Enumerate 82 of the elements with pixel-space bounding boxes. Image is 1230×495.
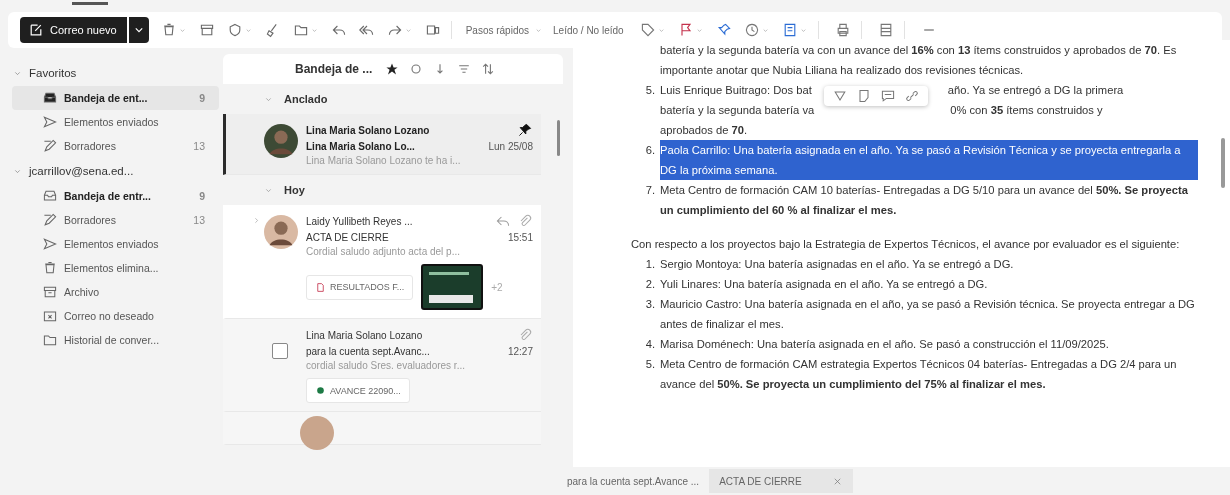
folder-item[interactable]: Borradores 13 bbox=[12, 208, 219, 232]
sender-name: Lina Maria Solano Lozano bbox=[306, 124, 431, 136]
document-icon bbox=[315, 281, 326, 293]
comment-icon[interactable] bbox=[880, 88, 896, 104]
folder-item[interactable]: Elementos enviados bbox=[12, 110, 219, 134]
list-item-text: año. Ya se entregó a DG la primera bbox=[947, 83, 1124, 98]
quick-steps-button[interactable]: Pasos rápidos bbox=[461, 22, 534, 38]
folder-icon[interactable] bbox=[292, 22, 309, 38]
avatar-icon bbox=[264, 215, 298, 249]
attachment-chip[interactable]: AVANCE 22090... bbox=[306, 378, 410, 403]
message-preview: cordial saludo Sres. evaluadores r... bbox=[306, 360, 466, 371]
window-tab[interactable]: ACTA DE CIERRE bbox=[709, 469, 853, 493]
message-item[interactable]: Lina Maria Solano Lozano Lina Maria Solano Lo... Lun 25/08 Lina Maria Solano Lozano te ha i... bbox=[223, 114, 541, 175]
list-number: 3. bbox=[644, 297, 656, 312]
received-time: Lun 25/08 bbox=[488, 141, 533, 152]
spreadsheet-icon bbox=[315, 385, 326, 396]
send-icon bbox=[42, 114, 58, 130]
folder-item[interactable]: Bandeja de ent... 9 bbox=[12, 86, 219, 110]
send-icon bbox=[42, 236, 58, 252]
junk-icon bbox=[42, 308, 58, 324]
folder-item[interactable]: Bandeja de entr... 9 bbox=[12, 184, 219, 208]
checkbox[interactable] bbox=[272, 343, 288, 359]
window-tab[interactable]: para la cuenta sept.Avance ... bbox=[557, 469, 710, 493]
folder-item[interactable]: Elementos elimina... bbox=[12, 256, 219, 280]
unread-count: 9 bbox=[199, 190, 205, 202]
note-icon[interactable] bbox=[856, 88, 872, 104]
inbox-icon bbox=[42, 90, 58, 106]
message-item[interactable]: Laidy Yullibeth Reyes ... ACTA DE CIERRE 15:51 Cordial saludo adjunto acta del p... RESULTADOS F... +2 bbox=[223, 205, 541, 319]
unread-count: 9 bbox=[199, 92, 205, 104]
sender-name: Laidy Yullibeth Reyes ... bbox=[306, 215, 414, 227]
unread-count: 13 bbox=[193, 140, 205, 152]
trash-icon bbox=[42, 260, 58, 276]
inbox-icon bbox=[42, 188, 58, 204]
unread-count: 13 bbox=[193, 214, 205, 226]
section-header[interactable]: Hoy bbox=[284, 184, 305, 196]
compose-icon bbox=[28, 22, 44, 38]
pencil-icon bbox=[42, 212, 58, 228]
subject-line: para la cuenta sept.Avanc... bbox=[306, 346, 431, 357]
folder-icon bbox=[42, 332, 58, 348]
list-item-text: 0% con 35 ítems construidos y bbox=[950, 103, 1103, 118]
message-preview: Cordial saludo adjunto acta del p... bbox=[306, 246, 461, 257]
section-header[interactable]: Anclado bbox=[284, 93, 328, 105]
list-number: 4. bbox=[644, 337, 656, 352]
list-number: 5. bbox=[644, 83, 656, 98]
avatar-icon bbox=[264, 124, 298, 158]
folder-title: Bandeja de ... bbox=[295, 62, 373, 76]
link-icon[interactable] bbox=[904, 88, 920, 104]
list-number: 2. bbox=[644, 277, 656, 292]
avatar-icon bbox=[300, 416, 334, 450]
attachment-chip[interactable]: RESULTADOS F... bbox=[306, 274, 414, 300]
folder-group-title[interactable]: Favoritos bbox=[29, 67, 77, 79]
pencil-icon bbox=[42, 138, 58, 154]
list-number: 7. bbox=[644, 183, 656, 198]
folder-item[interactable]: Elementos enviados bbox=[12, 232, 219, 256]
folder-item[interactable]: Borradores 13 bbox=[12, 134, 219, 158]
tag-icon[interactable] bbox=[639, 22, 656, 38]
sender-name: Lina Maria Solano Lozano bbox=[306, 329, 424, 341]
list-number: 1. bbox=[644, 257, 656, 272]
message-preview: Lina Maria Solano Lozano te ha i... bbox=[306, 155, 462, 166]
list-number: 6. bbox=[644, 143, 656, 158]
dropdown-button[interactable] bbox=[128, 17, 149, 43]
folder-group-title[interactable]: jcarrillov@sena.ed... bbox=[29, 165, 134, 177]
new-mail-button[interactable]: Correo nuevo bbox=[20, 17, 127, 43]
list-item-text: aprobados de 70. bbox=[660, 123, 748, 138]
body-paragraph: Con respecto a los proyectos bajo la Estrategia de Expertos Técnicos, el avance por evaluador es el siguiente: bbox=[631, 237, 1181, 252]
subject-line: Lina Maria Solano Lo... bbox=[306, 141, 416, 152]
archive-icon bbox=[42, 284, 58, 300]
subject-line: ACTA DE CIERRE bbox=[306, 232, 390, 243]
folder-item[interactable]: Correo no deseado bbox=[12, 304, 219, 328]
pin-icon[interactable] bbox=[517, 122, 533, 138]
clock-icon[interactable] bbox=[743, 22, 760, 38]
folder-item[interactable]: Archivo bbox=[12, 280, 219, 304]
image-thumbnail[interactable] bbox=[421, 264, 484, 310]
received-time: 15:51 bbox=[507, 232, 533, 243]
folder-item[interactable]: Historial de conver... bbox=[12, 328, 219, 352]
archive-icon[interactable] bbox=[198, 22, 215, 38]
list-item-text: Luis Enrique Buitrago: Dos bat bbox=[660, 83, 812, 98]
list-item-text: Paola Carrillo: Una batería asignada en el año. Ya se pasó a Revisión Técnica y se proyecta entregarla a DG la próxima semana. bbox=[660, 140, 1198, 180]
received-time: 12:27 bbox=[507, 346, 533, 357]
read-unread-button[interactable]: Leído / No leído bbox=[549, 22, 628, 38]
list-number: 5. bbox=[644, 357, 656, 372]
list-item-text: batería y la segunda batería va bbox=[660, 103, 815, 118]
